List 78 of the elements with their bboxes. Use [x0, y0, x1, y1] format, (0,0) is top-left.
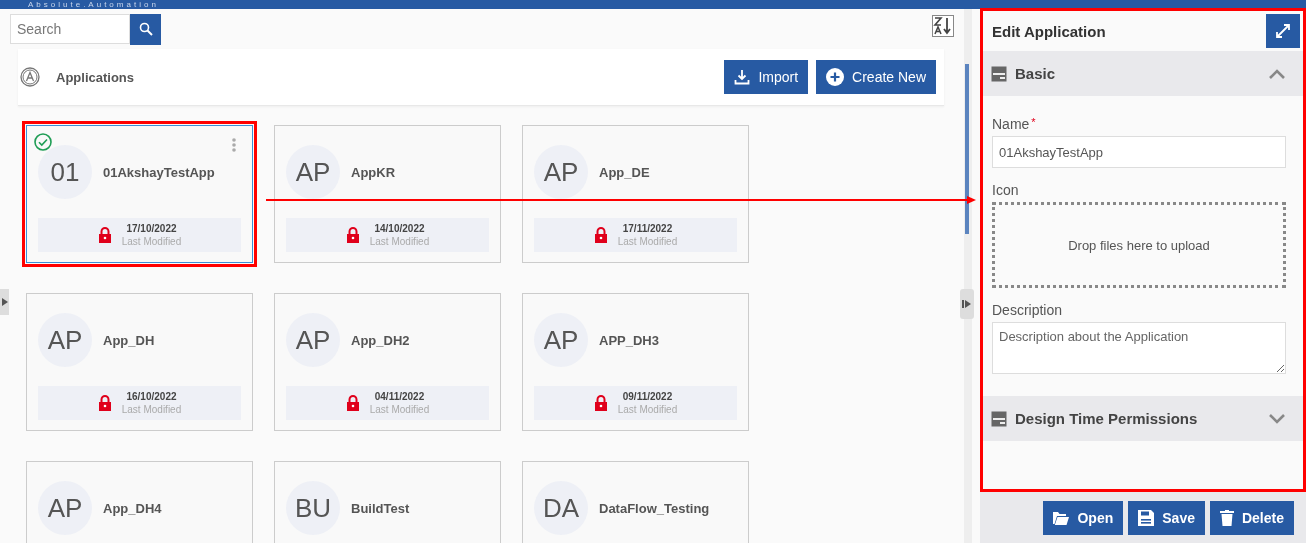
folder-icon — [1053, 510, 1070, 525]
app-initials: AP — [38, 313, 92, 367]
application-card[interactable]: 01 01AkshayTestApp 17/10/2022 Last Modified — [26, 125, 253, 263]
app-initials: DA — [534, 481, 588, 535]
modified-label: Last Modified — [121, 404, 182, 415]
app-name: BuildTest — [351, 500, 410, 516]
application-card[interactable]: AP App_DH4 — [26, 461, 253, 543]
search-button[interactable] — [130, 13, 161, 45]
accordion-header[interactable]: Basic — [983, 51, 1303, 96]
save-button[interactable]: Save — [1128, 500, 1205, 535]
app-initials: AP — [286, 145, 340, 199]
application-card[interactable]: DA DataFlow_Testing — [522, 461, 749, 543]
app-name: 01AkshayTestApp — [103, 164, 215, 180]
app-initials: BU — [286, 481, 340, 535]
field-label: Description — [992, 302, 1064, 318]
create-button[interactable]: Create New — [816, 60, 936, 94]
collapse-left-handle[interactable] — [0, 289, 9, 315]
app-name: APP_DH3 — [599, 332, 659, 348]
app-name: App_DH4 — [103, 500, 162, 516]
import-button[interactable]: Import — [724, 60, 809, 94]
caret-icon — [1, 298, 8, 306]
app-initials: AP — [38, 481, 92, 535]
modified-label: Last Modified — [369, 236, 430, 247]
expand-icon — [1275, 23, 1291, 39]
search-icon — [138, 22, 153, 36]
applications-icon — [20, 67, 40, 87]
form-icon — [991, 65, 1007, 82]
floppy-icon — [1138, 509, 1155, 526]
sort-icon — [932, 14, 954, 37]
app-initials: AP — [534, 145, 588, 199]
modified-date: 17/11/2022 — [622, 223, 673, 234]
modified-date: 09/11/2022 — [622, 391, 673, 402]
modified-label: Last Modified — [121, 236, 182, 247]
upload-dropzone[interactable]: Drop files here to upload — [992, 202, 1286, 288]
open-button[interactable]: Open — [1043, 500, 1124, 535]
collapse-panel-handle[interactable] — [960, 289, 974, 319]
application-card[interactable]: AP AppKR 14/10/2022 Last Modified — [274, 125, 501, 263]
brand-name: Absolute.Automation — [28, 0, 159, 9]
application-card[interactable]: AP App_DE 17/11/2022 Last Modified — [522, 125, 749, 263]
plus-icon — [826, 68, 845, 86]
app-name: AppKR — [351, 164, 396, 180]
search-field[interactable]: Search — [10, 13, 130, 44]
modified-label: Last Modified — [617, 236, 678, 247]
accordion-header[interactable]: Design Time Permissions — [983, 396, 1303, 441]
modified-date: 17/10/2022 — [126, 223, 177, 234]
scrollbar-thumb[interactable] — [965, 64, 969, 234]
app-name: App_DH2 — [351, 332, 410, 348]
trash-icon — [1219, 509, 1234, 526]
description-field[interactable]: Description about the Application — [992, 322, 1286, 374]
app-initials: AP — [534, 313, 588, 367]
modified-date: 14/10/2022 — [374, 223, 425, 234]
name-field[interactable]: 01AkshayTestApp — [992, 136, 1286, 168]
sort-button[interactable] — [932, 14, 954, 40]
modified-date: 04/11/2022 — [374, 391, 425, 402]
chevron-icon — [1269, 68, 1285, 79]
app-initials: 01 — [38, 145, 92, 199]
app-name: DataFlow_Testing — [599, 500, 710, 516]
app-name: App_DE — [599, 164, 650, 180]
app-initials: AP — [286, 313, 340, 367]
expand-button[interactable] — [1266, 14, 1300, 48]
check-icon — [34, 133, 52, 151]
application-card[interactable]: AP App_DH 16/10/2022 Last Modified — [26, 293, 253, 431]
app-name: App_DH — [103, 332, 155, 348]
modified-label: Last Modified — [369, 404, 430, 415]
form-icon — [991, 410, 1007, 427]
caret-icon — [962, 299, 972, 309]
section-title: Applications — [56, 69, 134, 85]
delete-button[interactable]: Delete — [1209, 500, 1294, 535]
field-label: Icon — [992, 182, 1020, 198]
chevron-icon — [1269, 413, 1285, 424]
application-card[interactable]: AP APP_DH3 09/11/2022 Last Modified — [522, 293, 749, 431]
application-card[interactable]: AP App_DH2 04/11/2022 Last Modified — [274, 293, 501, 431]
field-label: Name* — [992, 116, 1037, 132]
download-icon — [734, 69, 751, 85]
panel-title: Edit Application — [992, 22, 1106, 40]
modified-label: Last Modified — [617, 404, 678, 415]
application-card[interactable]: BU BuildTest — [274, 461, 501, 543]
modified-date: 16/10/2022 — [126, 391, 177, 402]
